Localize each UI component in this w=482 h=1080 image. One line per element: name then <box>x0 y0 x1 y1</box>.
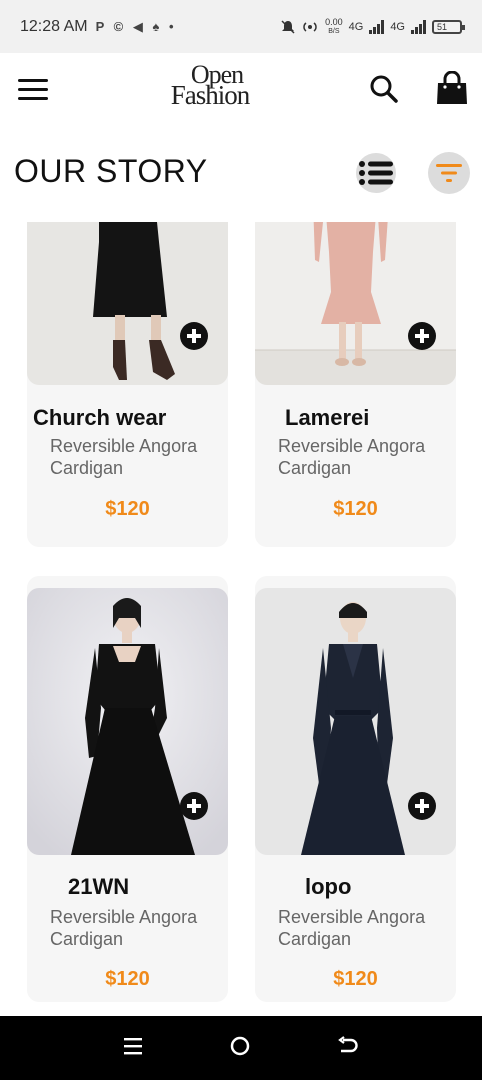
add-to-cart-button[interactable] <box>408 792 436 820</box>
menu-lines-icon <box>124 1037 142 1054</box>
plus-circle-icon <box>187 329 201 343</box>
add-to-cart-button[interactable] <box>180 322 208 350</box>
shopping-bag-icon <box>437 70 467 104</box>
product-card[interactable]: Lamerei Reversible Angora Cardigan $120 <box>255 222 456 547</box>
plus-circle-icon <box>187 799 201 813</box>
product-price: $120 <box>333 498 378 520</box>
system-nav-bar <box>0 1016 482 1080</box>
product-card[interactable]: 21WN Reversible Angora Cardigan $120 <box>27 576 228 1002</box>
search-button[interactable] <box>368 73 400 105</box>
dress-photo <box>255 222 456 385</box>
menu-icon-bar <box>18 97 48 100</box>
menu-icon-bar <box>18 79 48 82</box>
home-circle-icon <box>230 1036 250 1055</box>
product-description: Reversible Angora Cardigan <box>50 907 198 949</box>
app-header: Open Fashion <box>0 53 482 133</box>
search-icon <box>370 75 398 103</box>
plus-circle-icon <box>415 329 429 343</box>
product-description: Reversible Angora Cardigan <box>278 907 426 949</box>
back-button[interactable] <box>338 1035 358 1061</box>
product-name[interactable]: Lamerei <box>285 405 369 431</box>
signal-icon-2 <box>411 19 426 34</box>
cart-button[interactable] <box>434 70 470 107</box>
battery-level: 51 <box>437 21 448 32</box>
product-price: $120 <box>105 498 150 520</box>
product-name[interactable]: 21WN <box>68 874 129 900</box>
notification-icons: P © ◀ ♠ • <box>95 18 177 34</box>
product-name[interactable]: Church wear <box>33 405 166 431</box>
net-speed-value: 0.00 <box>325 16 343 27</box>
add-to-cart-button[interactable] <box>180 792 208 820</box>
dress-photo <box>27 222 228 385</box>
network-type-1: 4G <box>348 20 364 33</box>
product-description: Reversible Angora Cardigan <box>278 436 426 478</box>
net-speed-unit: B/S <box>328 27 340 35</box>
status-time: 12:28 AM <box>20 17 88 35</box>
product-image[interactable] <box>27 222 228 385</box>
product-grid[interactable]: Church wear Reversible Angora Cardigan $… <box>0 222 482 1016</box>
net-speed: 0.00 B/S <box>325 16 343 36</box>
list-view-icon <box>359 161 393 185</box>
status-left: 12:28 AM P © ◀ ♠ • <box>20 18 177 36</box>
menu-button[interactable] <box>18 79 48 101</box>
status-bar: 12:28 AM P © ◀ ♠ • 0.00 B/S 4G 4G 51 <box>0 0 482 53</box>
product-name[interactable]: lopo <box>305 874 351 900</box>
back-arrow-icon <box>338 1035 358 1052</box>
home-button[interactable] <box>230 1036 250 1061</box>
add-to-cart-button[interactable] <box>408 322 436 350</box>
menu-icon-bar <box>18 88 48 91</box>
product-image[interactable] <box>255 222 456 385</box>
list-view-button[interactable] <box>356 153 396 193</box>
product-price: $120 <box>333 968 378 990</box>
mute-icon <box>281 19 295 34</box>
logo-line-2: Fashion <box>170 80 251 110</box>
page-title: OUR STORY <box>14 153 208 189</box>
product-card[interactable]: Church wear Reversible Angora Cardigan $… <box>27 222 228 547</box>
battery-icon: 51 <box>432 19 465 34</box>
filter-button[interactable] <box>428 152 470 194</box>
status-right: 0.00 B/S 4G 4G 51 <box>281 16 465 36</box>
hotspot-icon <box>303 21 317 32</box>
filter-icon <box>436 164 462 182</box>
product-description: Reversible Angora Cardigan <box>50 436 198 478</box>
logo: Open Fashion <box>150 62 270 110</box>
product-price: $120 <box>105 968 150 990</box>
product-card[interactable]: lopo Reversible Angora Cardigan $120 <box>255 576 456 1002</box>
recent-apps-button[interactable] <box>124 1037 142 1060</box>
plus-circle-icon <box>415 799 429 813</box>
network-type-2: 4G <box>390 20 405 33</box>
signal-icon <box>369 19 385 34</box>
